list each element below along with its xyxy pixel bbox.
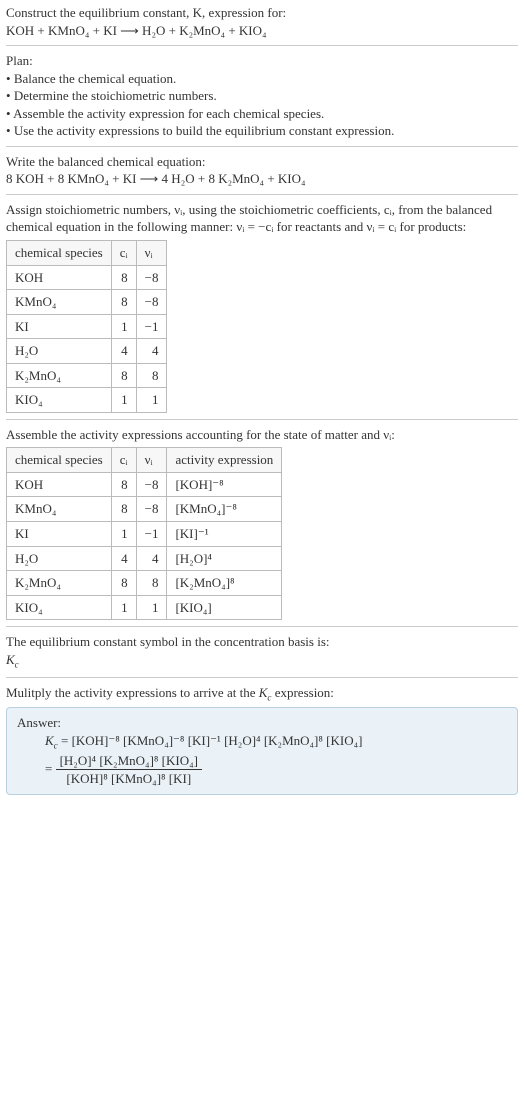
answer-denominator: [KOH]⁸ [KMnO₄]⁸ [KI] bbox=[56, 770, 202, 788]
stoich-section: Assign stoichiometric numbers, νᵢ, using… bbox=[6, 194, 518, 413]
table-header-row: chemical species cᵢ νᵢ bbox=[7, 241, 167, 266]
cell: 8 bbox=[111, 571, 136, 596]
plan-item-2: • Assemble the activity expression for e… bbox=[6, 105, 518, 123]
plan-item-0: • Balance the chemical equation. bbox=[6, 70, 518, 88]
col-ci: cᵢ bbox=[111, 241, 136, 266]
answer-fraction: [H₂O]⁴ [K₂MnO₄]⁸ [KIO₄] [KOH]⁸ [KMnO₄]⁸ … bbox=[56, 752, 202, 788]
multiply-section: Mulitply the activity expressions to arr… bbox=[6, 677, 518, 704]
cell: KMnO₄ bbox=[7, 497, 112, 522]
cell: [KIO₄] bbox=[167, 595, 282, 620]
balanced-equation: 8 KOH + 8 KMnO₄ + KI ⟶ 4 H₂O + 8 K₂MnO₄ … bbox=[6, 170, 518, 188]
cell: −1 bbox=[136, 522, 167, 547]
answer-line1: Kc = K_c = [KOH]⁻⁸ [KMnO₄]⁻⁸ [KI]⁻¹ [H₂O… bbox=[45, 732, 507, 752]
col-nui: νᵢ bbox=[136, 448, 167, 473]
answer-eq: = bbox=[45, 761, 52, 776]
table-row: KMnO₄8−8 bbox=[7, 290, 167, 315]
answer-box: Answer: Kc = K_c = [KOH]⁻⁸ [KMnO₄]⁻⁸ [KI… bbox=[6, 707, 518, 795]
cell: KIO₄ bbox=[7, 388, 112, 413]
cell: −1 bbox=[136, 314, 167, 339]
table-row: K₂MnO₄88[K₂MnO₄]⁸ bbox=[7, 571, 282, 596]
table-row: KMnO₄8−8[KMnO₄]⁻⁸ bbox=[7, 497, 282, 522]
cell: KOH bbox=[7, 472, 112, 497]
table-row: H₂O44 bbox=[7, 339, 167, 364]
cell: 8 bbox=[136, 363, 167, 388]
cell: 8 bbox=[111, 363, 136, 388]
plan-section: Plan: • Balance the chemical equation. •… bbox=[6, 45, 518, 140]
cell: 1 bbox=[111, 522, 136, 547]
cell: [KI]⁻¹ bbox=[167, 522, 282, 547]
cell: KI bbox=[7, 522, 112, 547]
cell: −8 bbox=[136, 290, 167, 315]
intro-line1: Construct the equilibrium constant, K, e… bbox=[6, 4, 518, 22]
col-ci: cᵢ bbox=[111, 448, 136, 473]
intro-equation: KOH + KMnO₄ + KI ⟶ H₂O + K₂MnO₄ + KIO₄ bbox=[6, 22, 518, 40]
cell: 4 bbox=[111, 339, 136, 364]
cell: H₂O bbox=[7, 546, 112, 571]
intro-section: Construct the equilibrium constant, K, e… bbox=[6, 4, 518, 39]
col-activity: activity expression bbox=[167, 448, 282, 473]
cell: KOH bbox=[7, 265, 112, 290]
cell: 1 bbox=[136, 388, 167, 413]
cell: 1 bbox=[111, 314, 136, 339]
plan-item-text: Assemble the activity expression for eac… bbox=[13, 106, 324, 121]
cell: 8 bbox=[111, 290, 136, 315]
table-row: KOH8−8[KOH]⁻⁸ bbox=[7, 472, 282, 497]
symbol-value: Kc bbox=[6, 651, 518, 671]
cell: 8 bbox=[111, 497, 136, 522]
activity-table: chemical species cᵢ νᵢ activity expressi… bbox=[6, 447, 282, 620]
cell: K₂MnO₄ bbox=[7, 363, 112, 388]
col-nui: νᵢ bbox=[136, 241, 167, 266]
cell: 8 bbox=[136, 571, 167, 596]
stoich-table: chemical species cᵢ νᵢ KOH8−8 KMnO₄8−8 K… bbox=[6, 240, 167, 413]
cell: KIO₄ bbox=[7, 595, 112, 620]
plan-item-text: Balance the chemical equation. bbox=[14, 71, 176, 86]
cell: K₂MnO₄ bbox=[7, 571, 112, 596]
cell: H₂O bbox=[7, 339, 112, 364]
cell: [KMnO₄]⁻⁸ bbox=[167, 497, 282, 522]
answer-line2: = [H₂O]⁴ [K₂MnO₄]⁸ [KIO₄] [KOH]⁸ [KMnO₄]… bbox=[45, 752, 507, 788]
table-row: KIO₄11[KIO₄] bbox=[7, 595, 282, 620]
plan-item-text: Use the activity expressions to build th… bbox=[14, 123, 395, 138]
cell: 1 bbox=[111, 388, 136, 413]
table-row: KOH8−8 bbox=[7, 265, 167, 290]
cell: [H₂O]⁴ bbox=[167, 546, 282, 571]
table-row: KI1−1[KI]⁻¹ bbox=[7, 522, 282, 547]
table-row: KI1−1 bbox=[7, 314, 167, 339]
cell: [KOH]⁻⁸ bbox=[167, 472, 282, 497]
cell: [K₂MnO₄]⁸ bbox=[167, 571, 282, 596]
plan-item-1: • Determine the stoichiometric numbers. bbox=[6, 87, 518, 105]
cell: 8 bbox=[111, 265, 136, 290]
plan-heading: Plan: bbox=[6, 52, 518, 70]
col-species: chemical species bbox=[7, 448, 112, 473]
table-row: H₂O44[H₂O]⁴ bbox=[7, 546, 282, 571]
cell: −8 bbox=[136, 265, 167, 290]
answer-numerator: [H₂O]⁴ [K₂MnO₄]⁸ [KIO₄] bbox=[56, 752, 202, 771]
answer-label: Answer: bbox=[17, 714, 507, 732]
table-row: KIO₄11 bbox=[7, 388, 167, 413]
plan-item-3: • Use the activity expressions to build … bbox=[6, 122, 518, 140]
balanced-heading: Write the balanced chemical equation: bbox=[6, 153, 518, 171]
cell: 4 bbox=[111, 546, 136, 571]
cell: 1 bbox=[136, 595, 167, 620]
cell: 1 bbox=[111, 595, 136, 620]
cell: 4 bbox=[136, 546, 167, 571]
plan-item-text: Determine the stoichiometric numbers. bbox=[14, 88, 217, 103]
table-header-row: chemical species cᵢ νᵢ activity expressi… bbox=[7, 448, 282, 473]
cell: −8 bbox=[136, 472, 167, 497]
activity-heading: Assemble the activity expressions accoun… bbox=[6, 426, 518, 444]
col-species: chemical species bbox=[7, 241, 112, 266]
balanced-section: Write the balanced chemical equation: 8 … bbox=[6, 146, 518, 188]
cell: KI bbox=[7, 314, 112, 339]
symbol-section: The equilibrium constant symbol in the c… bbox=[6, 626, 518, 670]
stoich-heading: Assign stoichiometric numbers, νᵢ, using… bbox=[6, 201, 518, 236]
symbol-heading: The equilibrium constant symbol in the c… bbox=[6, 633, 518, 651]
table-row: K₂MnO₄88 bbox=[7, 363, 167, 388]
multiply-heading: Mulitply the activity expressions to arr… bbox=[6, 684, 518, 704]
cell: −8 bbox=[136, 497, 167, 522]
cell: 4 bbox=[136, 339, 167, 364]
cell: KMnO₄ bbox=[7, 290, 112, 315]
activity-section: Assemble the activity expressions accoun… bbox=[6, 419, 518, 620]
cell: 8 bbox=[111, 472, 136, 497]
